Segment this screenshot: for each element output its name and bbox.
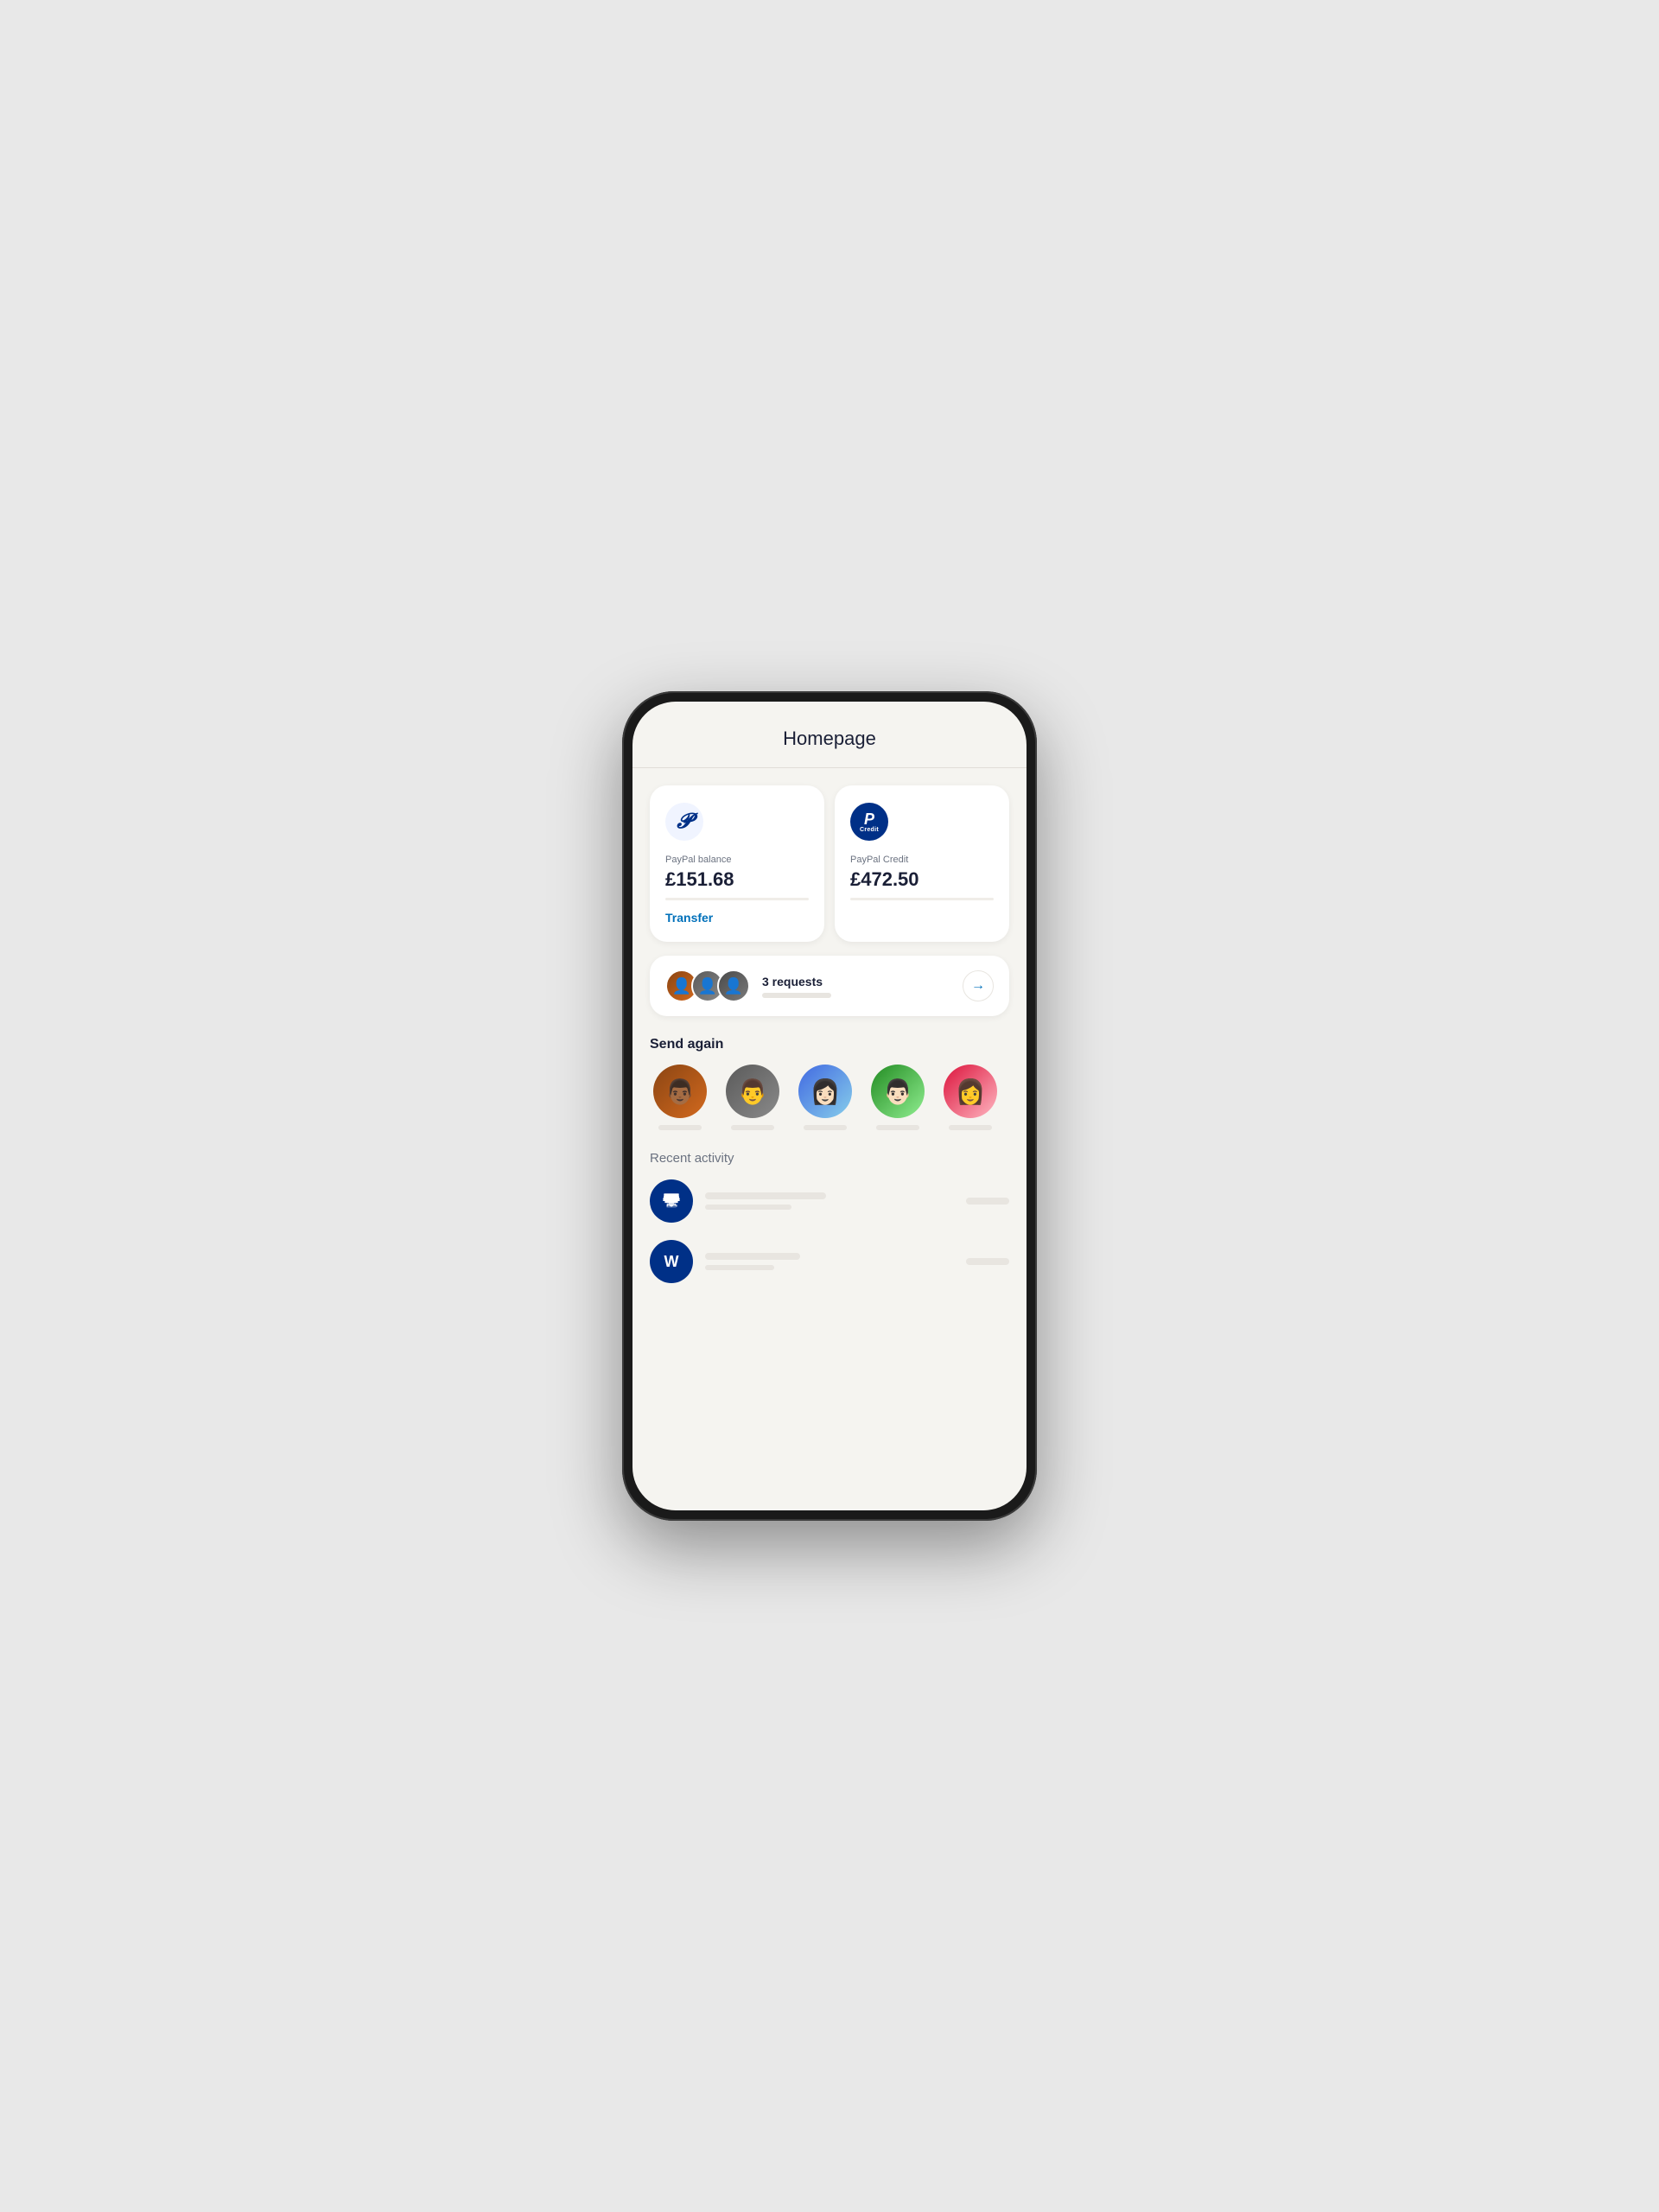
activity-line1-1 xyxy=(705,1192,826,1199)
paypal-credit-card[interactable]: P Credit PayPal Credit £472.50 xyxy=(835,785,1009,942)
balance-cards-row: 𝓟 PayPal balance £151.68 Transfer P Cred… xyxy=(650,785,1009,942)
person-name-bar-4 xyxy=(876,1125,919,1130)
send-again-row: 👨🏾 👨 👩🏻 xyxy=(650,1065,1009,1130)
balance-divider xyxy=(665,898,809,900)
person-avatar-5: 👩 xyxy=(944,1065,997,1118)
activity-item-2[interactable]: W xyxy=(650,1240,1009,1283)
person-avatar-3: 👩🏻 xyxy=(798,1065,852,1118)
activity-amount-2 xyxy=(966,1258,1009,1265)
send-person-4[interactable]: 👨🏻 xyxy=(868,1065,928,1130)
screen-scroll[interactable]: Homepage 𝓟 PayPal balance £151.68 Transf… xyxy=(632,702,1027,1510)
balance-label: PayPal balance xyxy=(665,855,809,865)
send-person-1[interactable]: 👨🏾 xyxy=(650,1065,710,1130)
activity-item-1[interactable] xyxy=(650,1179,1009,1223)
paypal-logo: 𝓟 xyxy=(665,803,703,841)
credit-label: PayPal Credit xyxy=(850,855,994,865)
paypal-balance-card[interactable]: 𝓟 PayPal balance £151.68 Transfer xyxy=(650,785,824,942)
send-person-2[interactable]: 👨 xyxy=(722,1065,783,1130)
recent-activity-title: Recent activity xyxy=(650,1151,1009,1166)
credit-logo: P Credit xyxy=(850,803,888,841)
credit-p-icon: P xyxy=(864,811,874,827)
requests-info: 3 requests xyxy=(762,975,963,998)
phone-screen: Homepage 𝓟 PayPal balance £151.68 Transf… xyxy=(632,702,1027,1510)
activity-icon-w: W xyxy=(650,1240,693,1283)
activity-info-1 xyxy=(705,1192,966,1210)
person-name-bar-2 xyxy=(731,1125,774,1130)
credit-logo-wrapper: P Credit xyxy=(860,811,879,833)
request-avatar-3: 👤 xyxy=(717,969,750,1002)
requests-label: 3 requests xyxy=(762,975,963,988)
title-divider xyxy=(632,767,1027,768)
person-name-bar-3 xyxy=(804,1125,847,1130)
activity-amount-1 xyxy=(966,1198,1009,1205)
credit-amount: £472.50 xyxy=(850,868,994,891)
balance-amount: £151.68 xyxy=(665,868,809,891)
credit-text: Credit xyxy=(860,827,879,833)
send-again-title: Send again xyxy=(650,1037,1009,1052)
send-person-5[interactable]: 👩 xyxy=(940,1065,1001,1130)
requests-card[interactable]: 👤 👤 👤 3 requests → xyxy=(650,956,1009,1016)
transfer-link[interactable]: Transfer xyxy=(665,911,809,925)
person-avatar-4: 👨🏻 xyxy=(871,1065,925,1118)
person-name-bar-5 xyxy=(949,1125,992,1130)
arrow-right-icon: → xyxy=(971,978,985,994)
send-person-3[interactable]: 👩🏻 xyxy=(795,1065,855,1130)
activity-line1-2 xyxy=(705,1253,800,1260)
store-svg-icon xyxy=(660,1190,683,1212)
requests-sub-bar xyxy=(762,993,831,998)
activity-w-letter: W xyxy=(664,1253,679,1271)
activity-icon-store xyxy=(650,1179,693,1223)
request-avatars: 👤 👤 👤 xyxy=(665,969,750,1002)
person-avatar-1: 👨🏾 xyxy=(653,1065,707,1118)
person-name-bar-1 xyxy=(658,1125,702,1130)
requests-arrow-button[interactable]: → xyxy=(963,970,994,1001)
phone-frame: Homepage 𝓟 PayPal balance £151.68 Transf… xyxy=(622,691,1037,1521)
activity-line2-2 xyxy=(705,1265,774,1270)
person-avatar-2: 👨 xyxy=(726,1065,779,1118)
paypal-p-icon: 𝓟 xyxy=(677,810,691,834)
activity-line2-1 xyxy=(705,1205,791,1210)
credit-divider xyxy=(850,898,994,900)
activity-info-2 xyxy=(705,1253,966,1270)
page-title: Homepage xyxy=(650,728,1009,750)
